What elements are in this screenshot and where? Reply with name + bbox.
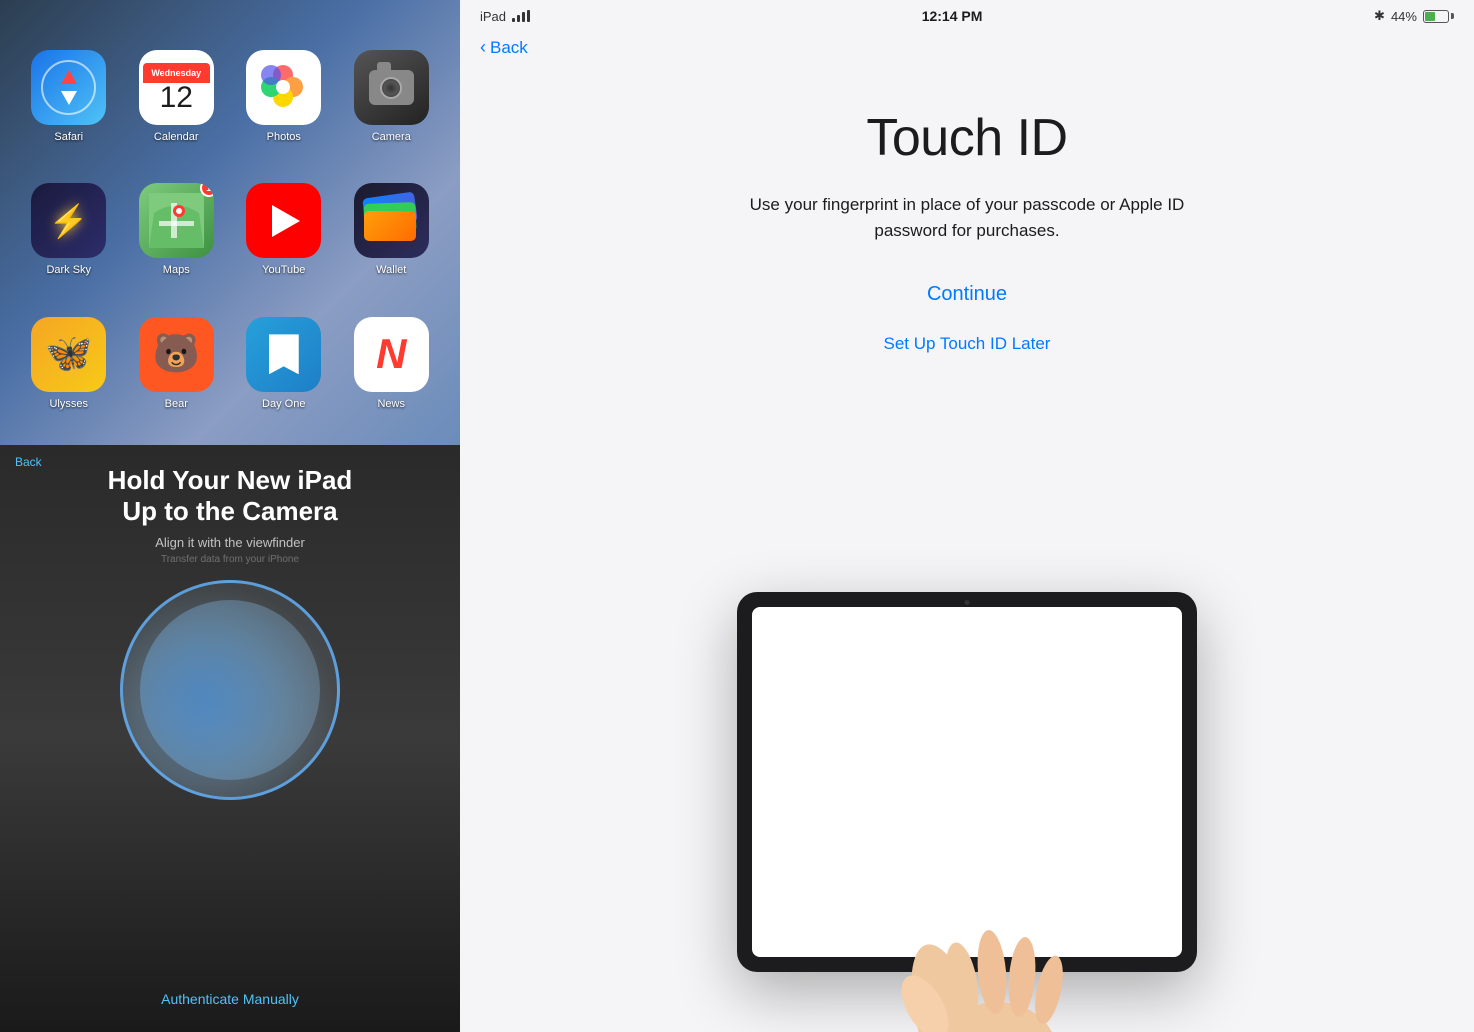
- back-label: Back: [490, 38, 528, 58]
- app-photos[interactable]: Photos: [230, 30, 338, 163]
- app-bear[interactable]: 🐻 Bear: [123, 297, 231, 430]
- hand-illustration: [687, 602, 1247, 1032]
- butterfly-icon: 🦋: [45, 332, 92, 376]
- app-wallet[interactable]: Wallet: [338, 163, 446, 296]
- phone-screen: Safari Wednesday 12 Calendar: [0, 0, 460, 1032]
- home-screen: Safari Wednesday 12 Calendar: [0, 0, 460, 445]
- wifi-icon: [512, 10, 530, 22]
- photos-icon: [256, 60, 311, 115]
- calendar-label: Calendar: [154, 131, 199, 143]
- news-label: News: [377, 398, 405, 410]
- setup-later-button[interactable]: Set Up Touch ID Later: [884, 334, 1051, 354]
- camera-back-button[interactable]: Back: [15, 455, 42, 469]
- calendar-day: Wednesday: [143, 63, 210, 83]
- battery-icon: [1423, 10, 1454, 23]
- maps-icon: [149, 193, 204, 248]
- camera-screen: Back Hold Your New iPad Up to the Camera…: [0, 445, 460, 1032]
- news-icon: N: [376, 330, 406, 378]
- dayone-label: Day One: [262, 398, 305, 410]
- app-camera[interactable]: Camera: [338, 30, 446, 163]
- status-right: ✱ 44%: [1374, 8, 1454, 24]
- bear-icon: 🐻: [153, 332, 200, 376]
- app-calendar[interactable]: Wednesday 12 Calendar: [123, 30, 231, 163]
- youtube-play-icon: [272, 205, 300, 237]
- lightning-icon: ⚡: [49, 202, 89, 240]
- main-content: Touch ID Use your fingerprint in place o…: [460, 68, 1474, 580]
- back-button[interactable]: ‹ Back: [480, 37, 1454, 58]
- safari-label: Safari: [54, 131, 83, 143]
- youtube-label: YouTube: [262, 264, 305, 276]
- app-dayone[interactable]: Day One: [230, 297, 338, 430]
- authenticate-manually-button[interactable]: Authenticate Manually: [161, 991, 299, 1007]
- app-youtube[interactable]: YouTube: [230, 163, 338, 296]
- camera-subtitle: Align it with the viewfinder: [155, 535, 305, 550]
- camera-icon: [369, 70, 414, 105]
- bluetooth-icon: ✱: [1374, 8, 1385, 24]
- camera-label: Camera: [372, 131, 411, 143]
- battery-percent: 44%: [1391, 9, 1417, 24]
- app-safari[interactable]: Safari: [15, 30, 123, 163]
- darksky-label: Dark Sky: [46, 264, 91, 276]
- bear-label: Bear: [165, 398, 188, 410]
- safari-compass-icon: [41, 60, 96, 115]
- camera-hint: Transfer data from your iPhone: [161, 554, 299, 565]
- camera-title: Hold Your New iPad Up to the Camera: [108, 465, 353, 527]
- bookmark-icon: [269, 334, 299, 374]
- status-bar: iPad 12:14 PM ✱ 44%: [460, 0, 1474, 32]
- continue-button[interactable]: Continue: [927, 283, 1007, 306]
- touch-id-title: Touch ID: [866, 108, 1067, 168]
- nav-back: ‹ Back: [460, 32, 1474, 68]
- ipad-illustration: [460, 580, 1474, 1032]
- left-panel: Safari Wednesday 12 Calendar: [0, 0, 460, 1032]
- right-panel: iPad 12:14 PM ✱ 44% ‹ Back: [460, 0, 1474, 1032]
- photos-label: Photos: [267, 131, 301, 143]
- wallet-label: Wallet: [376, 264, 406, 276]
- calendar-date: 12: [160, 83, 193, 113]
- touch-id-description: Use your fingerprint in place of your pa…: [727, 192, 1207, 243]
- chevron-left-icon: ‹: [480, 37, 486, 58]
- maps-label: Maps: [163, 264, 190, 276]
- viewfinder-circle: [120, 580, 340, 800]
- app-news[interactable]: N News: [338, 297, 446, 430]
- viewfinder-inner: [140, 600, 320, 780]
- wallet-card-3-icon: [364, 211, 416, 241]
- ulysses-label: Ulysses: [49, 398, 88, 410]
- status-time: 12:14 PM: [922, 8, 983, 24]
- app-darksky[interactable]: ⚡ Dark Sky: [15, 163, 123, 296]
- app-maps[interactable]: 1 Maps: [123, 163, 231, 296]
- status-left: iPad: [480, 9, 530, 24]
- device-name: iPad: [480, 9, 506, 24]
- app-ulysses[interactable]: 🦋 Ulysses: [15, 297, 123, 430]
